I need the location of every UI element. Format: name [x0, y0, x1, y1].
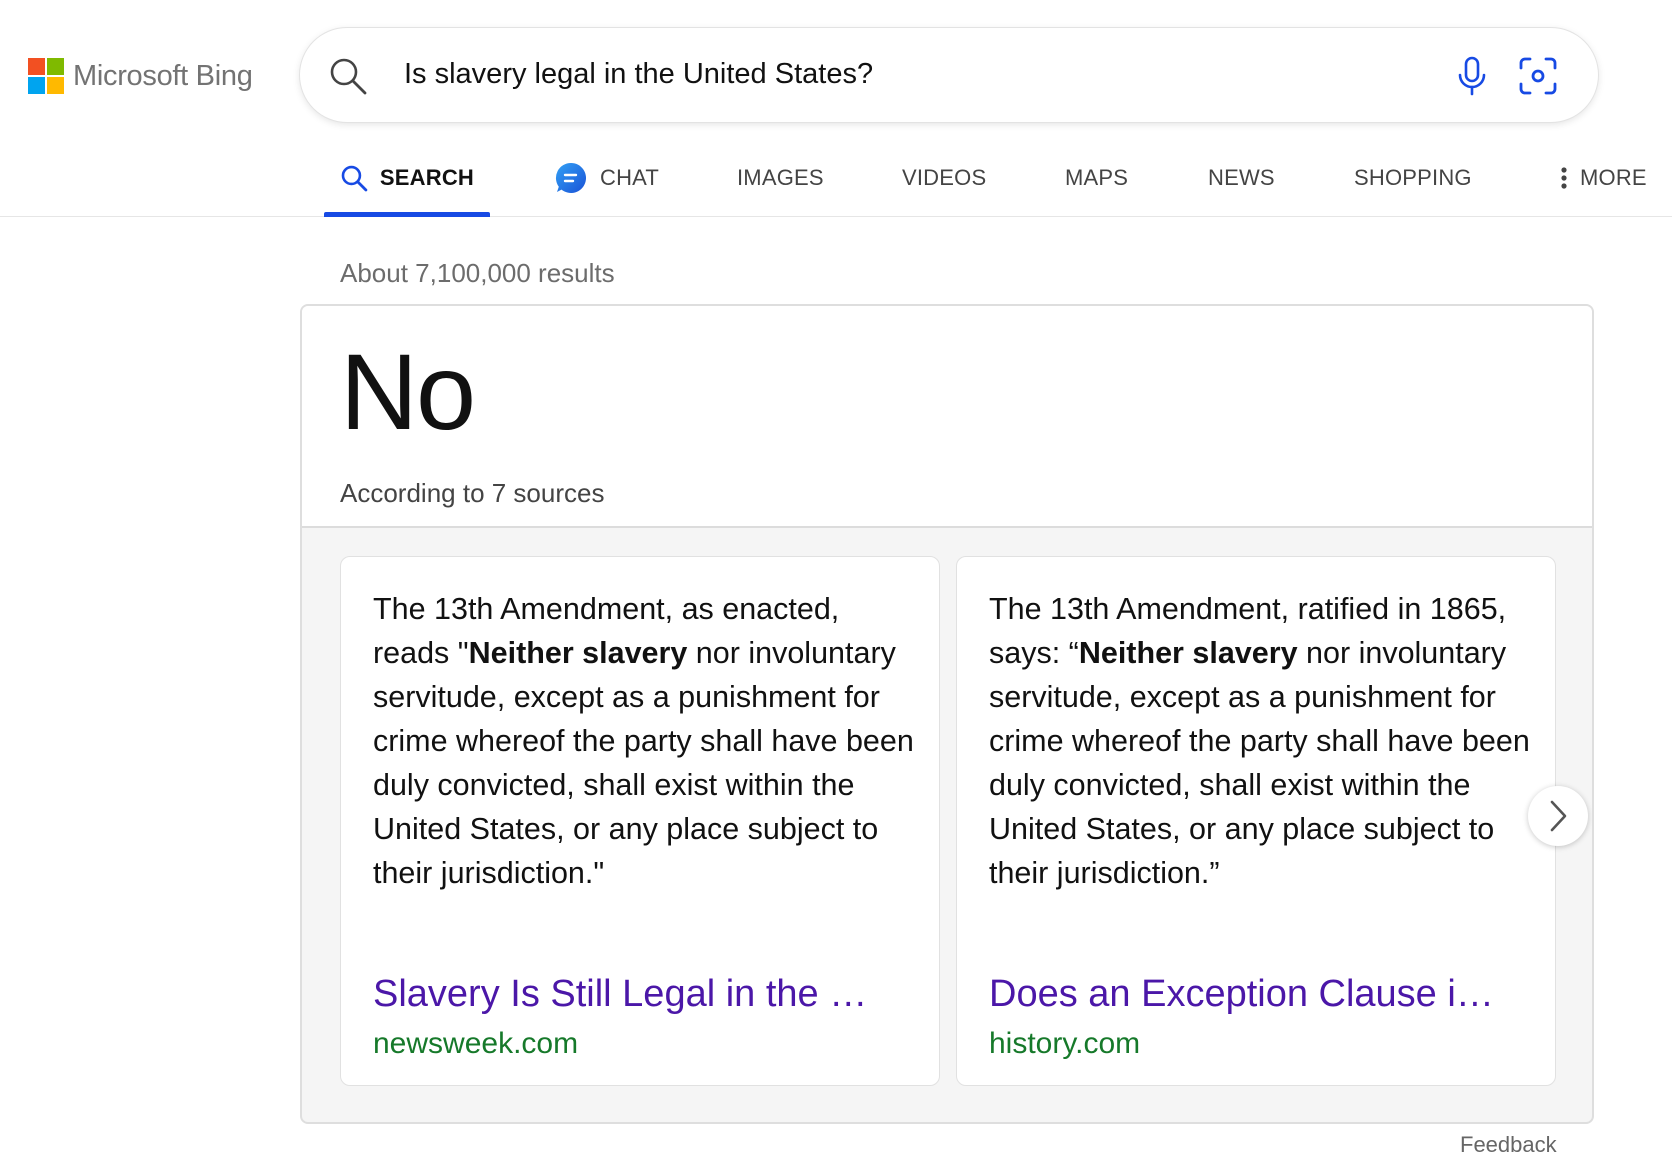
- results-count: About 7,100,000 results: [340, 258, 615, 288]
- chevron-right-icon: [1550, 800, 1567, 832]
- logo-square-red: [28, 58, 45, 75]
- tab-chat[interactable]: CHAT: [554, 140, 659, 216]
- tab-label: IMAGES: [737, 165, 824, 190]
- chat-bubble-icon: [555, 162, 587, 193]
- carousel-next-button[interactable]: [1528, 786, 1588, 846]
- source-snippet: The 13th Amendment, as enacted, reads "N…: [373, 592, 914, 890]
- visual-search-icon[interactable]: [1516, 54, 1560, 98]
- tab-search[interactable]: SEARCH: [324, 140, 490, 217]
- answer-header: No According to 7 sources: [302, 306, 1592, 528]
- tab-shopping[interactable]: SHOPPING: [1354, 140, 1472, 216]
- logo-square-green: [47, 58, 64, 75]
- logo-text: Microsoft Bing: [73, 59, 253, 92]
- search-input[interactable]: Is slavery legal in the United States?: [404, 58, 873, 91]
- nav-tabs: SEARCH CHAT IMAGES VIDEOS MAPS NEWS SHOP…: [0, 140, 1672, 217]
- tab-label: SEARCH: [379, 165, 474, 190]
- answer-sources-count: According to 7 sources: [340, 478, 605, 508]
- source-title-link[interactable]: Slavery Is Still Legal in the …: [373, 973, 913, 1016]
- tab-maps[interactable]: MAPS: [1065, 140, 1128, 216]
- logo-square-blue: [28, 77, 45, 94]
- source-domain[interactable]: history.com: [989, 1027, 1140, 1061]
- search-box[interactable]: Is slavery legal in the United States?: [300, 28, 1598, 122]
- bing-logo[interactable]: Microsoft Bing: [28, 58, 253, 94]
- source-title-link[interactable]: Does an Exception Clause i…: [989, 973, 1529, 1016]
- source-card[interactable]: The 13th Amendment, as enacted, reads "N…: [340, 556, 940, 1086]
- more-vertical-icon: [1561, 167, 1567, 189]
- search-icon[interactable]: [328, 56, 368, 96]
- tab-more[interactable]: MORE: [1560, 140, 1647, 216]
- source-snippet: The 13th Amendment, ratified in 1865, sa…: [989, 592, 1530, 890]
- logo-square-yellow: [47, 77, 64, 94]
- tab-label: MORE: [1580, 165, 1647, 190]
- microphone-icon[interactable]: [1450, 54, 1494, 98]
- tab-label: MAPS: [1065, 165, 1129, 190]
- tab-videos[interactable]: VIDEOS: [902, 140, 986, 216]
- tab-news[interactable]: NEWS: [1208, 140, 1275, 216]
- answer-card: No According to 7 sources The 13th Amend…: [300, 304, 1594, 1124]
- source-domain[interactable]: newsweek.com: [373, 1027, 578, 1061]
- tab-label: NEWS: [1208, 165, 1275, 190]
- tab-label: CHAT: [600, 165, 660, 190]
- active-tab-indicator: [324, 212, 490, 217]
- header: Microsoft Bing Is slavery legal in the U…: [0, 0, 1672, 217]
- tab-label: SHOPPING: [1354, 165, 1472, 190]
- tab-label: VIDEOS: [902, 165, 987, 190]
- tab-images[interactable]: IMAGES: [737, 140, 824, 216]
- search-icon: [341, 165, 368, 192]
- feedback-link[interactable]: Feedback: [1460, 1132, 1557, 1158]
- microsoft-logo-icon: [28, 58, 64, 94]
- answer-value: No: [340, 331, 476, 452]
- source-card[interactable]: The 13th Amendment, ratified in 1865, sa…: [956, 556, 1556, 1086]
